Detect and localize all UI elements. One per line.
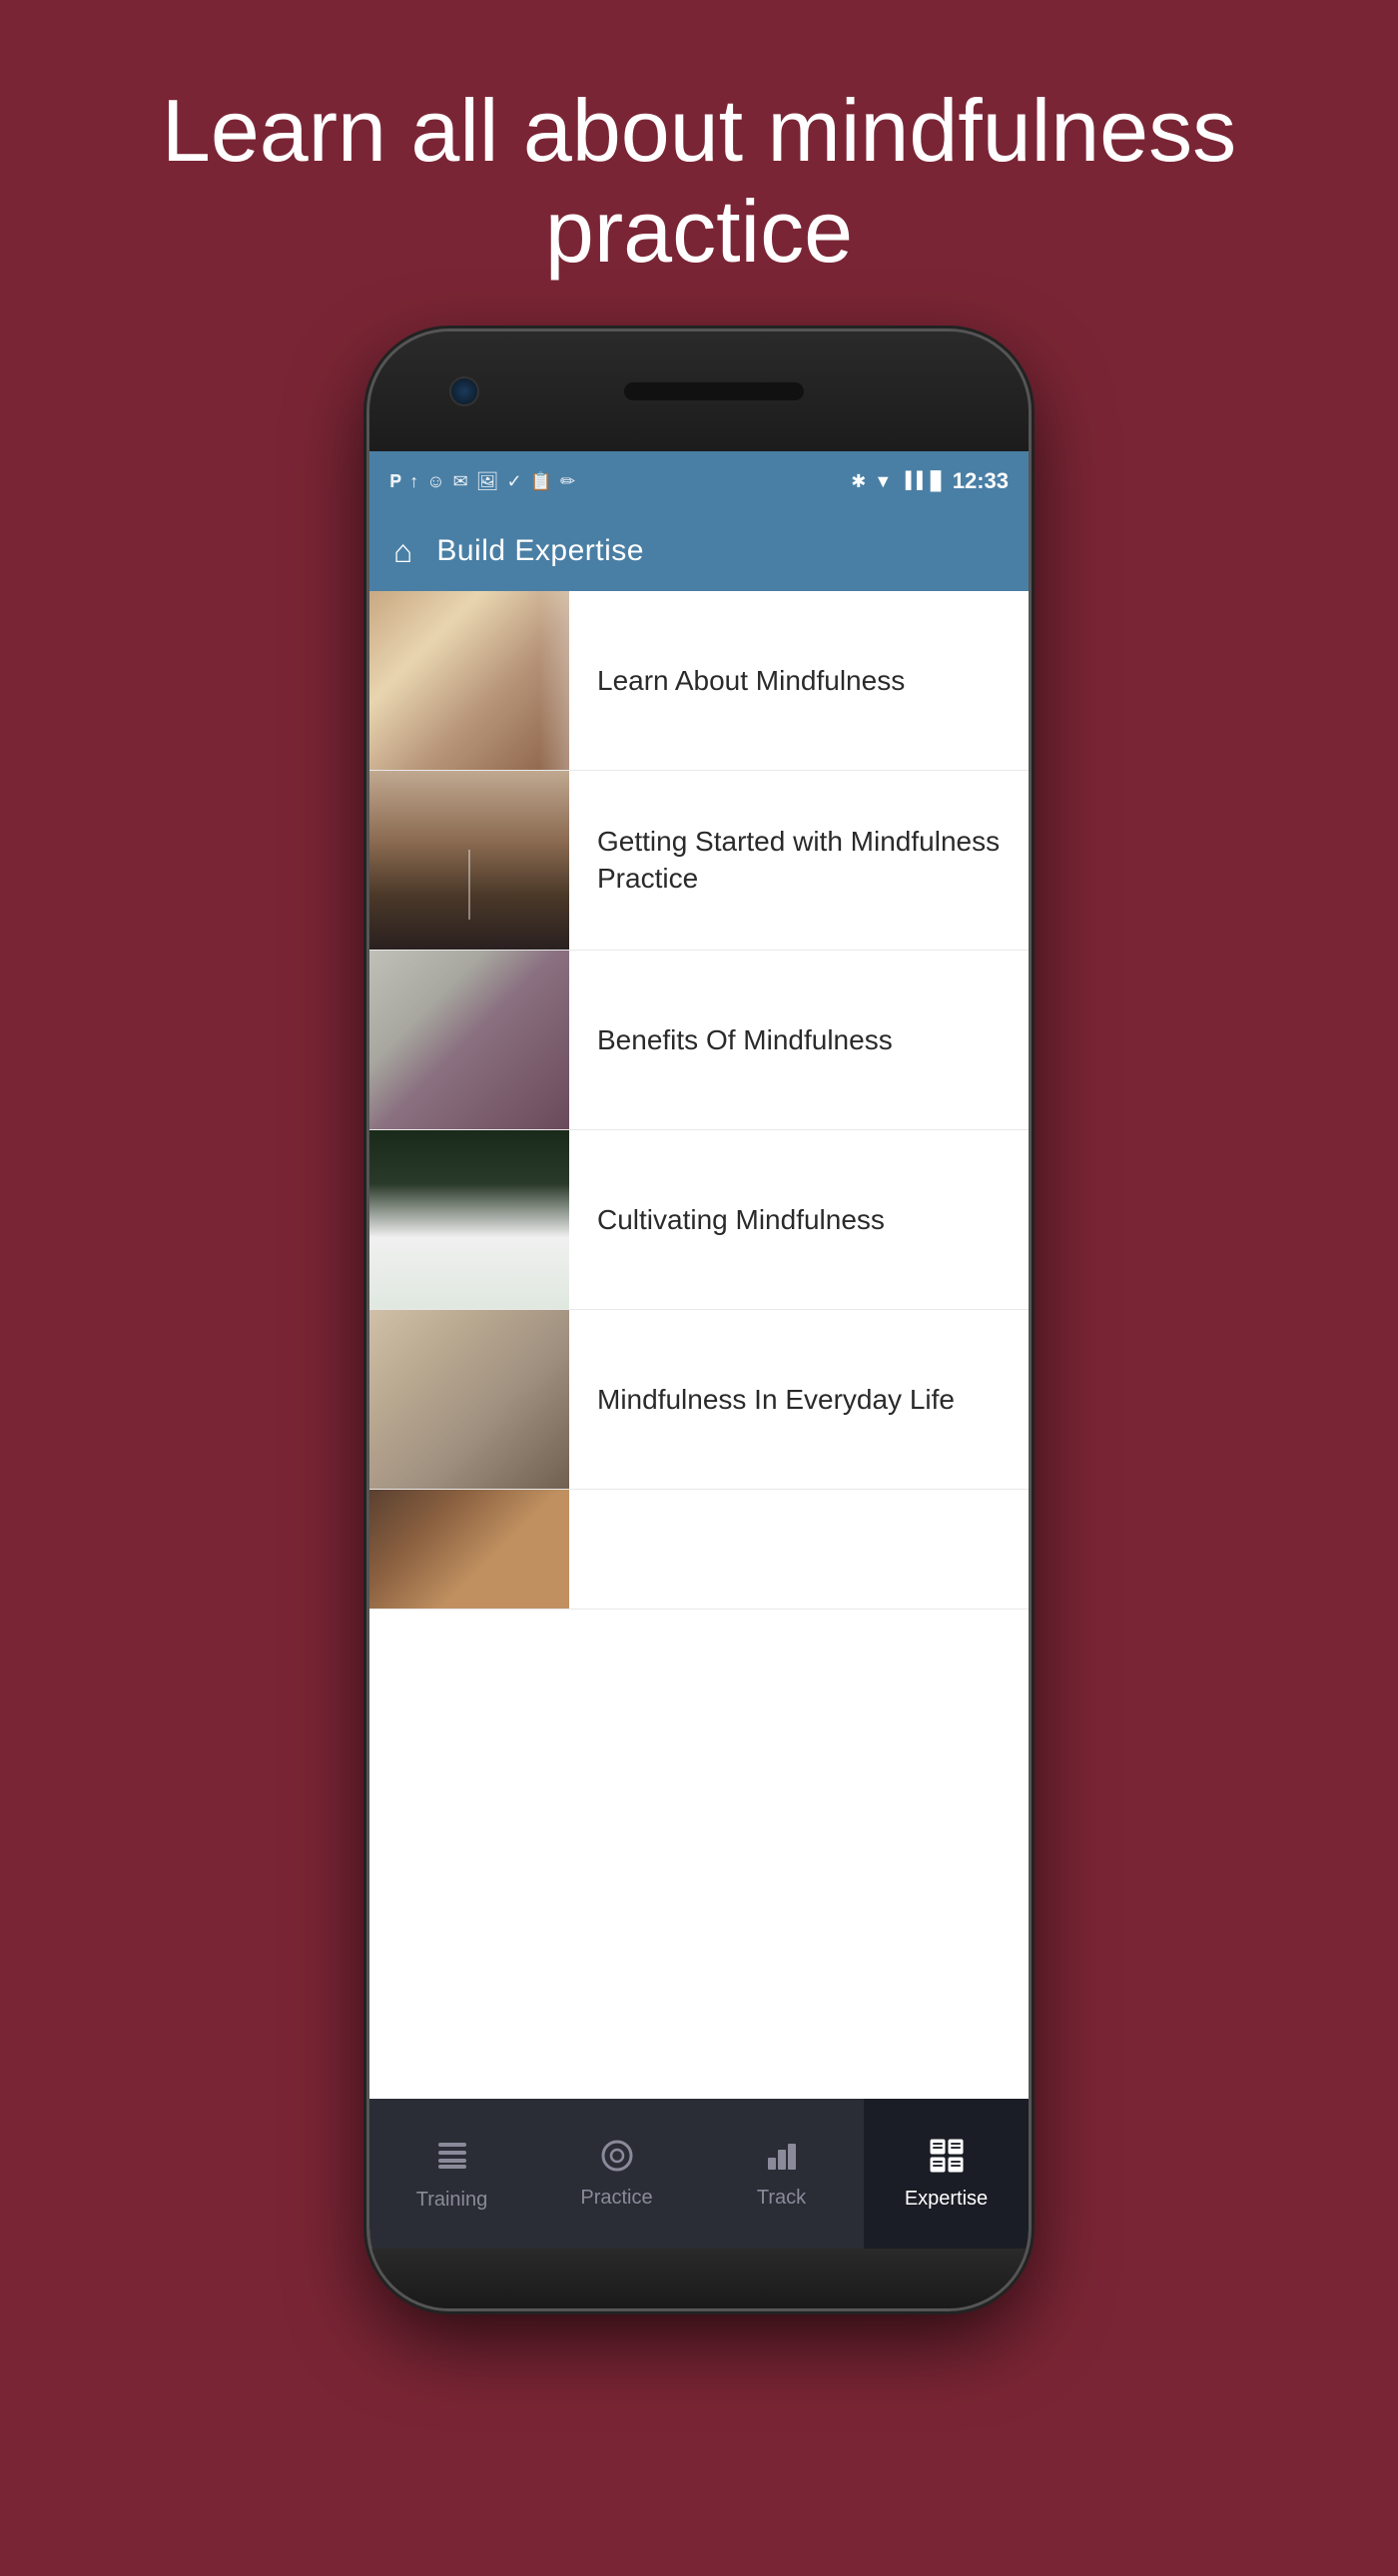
list-item[interactable]: Getting Started with Mindfulness Practic… bbox=[369, 771, 1029, 951]
item-label: Cultivating Mindfulness bbox=[569, 1130, 1029, 1309]
status-right-area: ✱ ▼ ▐▐ ▊ 12:33 bbox=[851, 468, 1009, 494]
item-label: Benefits Of Mindfulness bbox=[569, 951, 1029, 1129]
list-item[interactable] bbox=[369, 1490, 1029, 1610]
item-label bbox=[569, 1490, 1029, 1609]
thumbnail-lotus bbox=[369, 1130, 569, 1309]
nav-label-training: Training bbox=[416, 2189, 488, 2212]
phone-screen: 𝐏 ↑ ☺ ✉ 🖼 ✓ 📋 ✏ ✱ ▼ ▐▐ ▊ 12:33 bbox=[369, 451, 1029, 2249]
nav-item-training[interactable]: Training bbox=[369, 2099, 534, 2249]
nav-item-practice[interactable]: Practice bbox=[534, 2099, 699, 2249]
track-icon bbox=[764, 2138, 800, 2179]
app-bar-title: Build Expertise bbox=[436, 534, 644, 568]
phone-wrapper: 𝐏 ↑ ☺ ✉ 🖼 ✓ 📋 ✏ ✱ ▼ ▐▐ ▊ 12:33 bbox=[359, 331, 1039, 2576]
bluetooth-icon: ✱ bbox=[851, 471, 866, 492]
parking-icon: 𝐏 bbox=[389, 471, 401, 492]
nav-label-practice: Practice bbox=[580, 2187, 652, 2210]
nav-label-expertise: Expertise bbox=[905, 2188, 988, 2211]
status-bar: 𝐏 ↑ ☺ ✉ 🖼 ✓ 📋 ✏ ✱ ▼ ▐▐ ▊ 12:33 bbox=[369, 451, 1029, 511]
thumbnail-book bbox=[369, 591, 569, 770]
upload-icon: ↑ bbox=[409, 471, 418, 492]
nav-item-track[interactable]: Track bbox=[699, 2099, 864, 2249]
expertise-icon bbox=[928, 2137, 966, 2180]
phone-speaker bbox=[624, 382, 804, 400]
hero-section: Learn all about mindfulness practice bbox=[0, 0, 1398, 331]
hero-title: Learn all about mindfulness practice bbox=[80, 80, 1318, 282]
list-item[interactable]: Mindfulness In Everyday Life bbox=[369, 1310, 1029, 1490]
signal-icon: ▐▐ bbox=[900, 472, 923, 490]
image-icon: 🖼 bbox=[476, 471, 499, 492]
wifi-icon: ▼ bbox=[874, 471, 892, 492]
home-icon[interactable]: ⌂ bbox=[393, 533, 412, 570]
battery-icon: ▊ bbox=[931, 471, 945, 492]
phone-top-bezel bbox=[369, 331, 1029, 451]
phone-device: 𝐏 ↑ ☺ ✉ 🖼 ✓ 📋 ✏ ✱ ▼ ▐▐ ▊ 12:33 bbox=[369, 331, 1029, 2308]
list-item[interactable]: Benefits Of Mindfulness bbox=[369, 951, 1029, 1130]
item-label: Mindfulness In Everyday Life bbox=[569, 1310, 1029, 1489]
check-icon: ✓ bbox=[507, 471, 522, 492]
content-list: Learn About Mindfulness Getting Started … bbox=[369, 591, 1029, 2099]
thumbnail-flowers bbox=[369, 951, 569, 1129]
list-item[interactable]: Cultivating Mindfulness bbox=[369, 1130, 1029, 1310]
list-item[interactable]: Learn About Mindfulness bbox=[369, 591, 1029, 771]
phone-bottom-bezel bbox=[369, 2249, 1029, 2308]
nav-label-track: Track bbox=[757, 2187, 806, 2210]
practice-icon bbox=[599, 2138, 635, 2179]
thumbnail-bottom bbox=[369, 1490, 569, 1609]
bottom-navigation: Training Practice bbox=[369, 2099, 1029, 2249]
thumbnail-hands bbox=[369, 1310, 569, 1489]
nav-item-expertise[interactable]: Expertise bbox=[864, 2099, 1029, 2249]
thumbnail-yoga bbox=[369, 771, 569, 950]
phone-camera bbox=[449, 376, 479, 406]
clock: 12:33 bbox=[953, 468, 1009, 494]
status-icons-left: 𝐏 ↑ ☺ ✉ 🖼 ✓ 📋 ✏ bbox=[389, 471, 575, 492]
smiley-icon: ☺ bbox=[426, 471, 444, 492]
edit-icon: ✏ bbox=[560, 471, 575, 492]
item-label: Getting Started with Mindfulness Practic… bbox=[569, 771, 1029, 950]
app-bar: ⌂ Build Expertise bbox=[369, 511, 1029, 591]
mail-icon: ✉ bbox=[453, 471, 468, 492]
item-label: Learn About Mindfulness bbox=[569, 591, 1029, 770]
training-icon bbox=[434, 2137, 470, 2181]
clipboard-icon: 📋 bbox=[530, 471, 552, 492]
